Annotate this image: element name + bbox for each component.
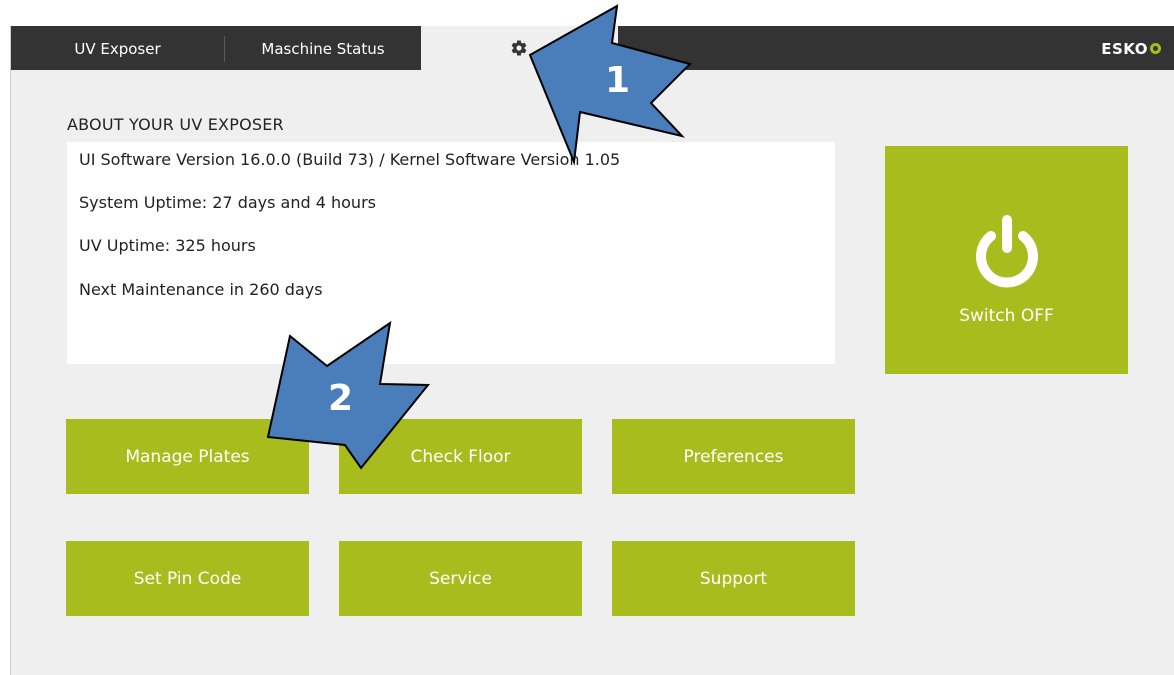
tab-uv-exposer[interactable]: UV Exposer — [11, 26, 224, 70]
logo-mark-icon — [1150, 43, 1161, 54]
uv-exposer-window: UV Exposer Maschine Status ESKO ABOUT YO… — [10, 26, 1174, 675]
support-button[interactable]: Support — [612, 541, 855, 616]
set-pin-code-button[interactable]: Set Pin Code — [66, 541, 309, 616]
gear-icon — [511, 40, 527, 56]
next-maintenance-line: Next Maintenance in 260 days — [79, 280, 323, 299]
power-icon — [976, 215, 1038, 288]
uv-uptime-line: UV Uptime: 325 hours — [79, 236, 256, 255]
esko-logo: ESKO — [1101, 40, 1161, 58]
service-button[interactable]: Service — [339, 541, 582, 616]
software-version-line: UI Software Version 16.0.0 (Build 73) / … — [79, 150, 621, 169]
logo-text: ESKO — [1101, 40, 1148, 58]
switch-off-button[interactable]: Switch OFF — [885, 146, 1128, 374]
check-floor-button[interactable]: Check Floor — [339, 419, 582, 494]
switch-off-label: Switch OFF — [959, 306, 1054, 326]
tab-maschine-status[interactable]: Maschine Status — [225, 26, 421, 70]
tab-settings[interactable] — [421, 26, 618, 70]
manage-plates-button[interactable]: Manage Plates — [66, 419, 309, 494]
top-navigation-bar: UV Exposer Maschine Status ESKO — [11, 26, 1174, 70]
system-uptime-line: System Uptime: 27 days and 4 hours — [79, 193, 376, 212]
preferences-button[interactable]: Preferences — [612, 419, 855, 494]
about-section-title: ABOUT YOUR UV EXPOSER — [67, 115, 284, 134]
about-info-panel: UI Software Version 16.0.0 (Build 73) / … — [67, 142, 835, 364]
